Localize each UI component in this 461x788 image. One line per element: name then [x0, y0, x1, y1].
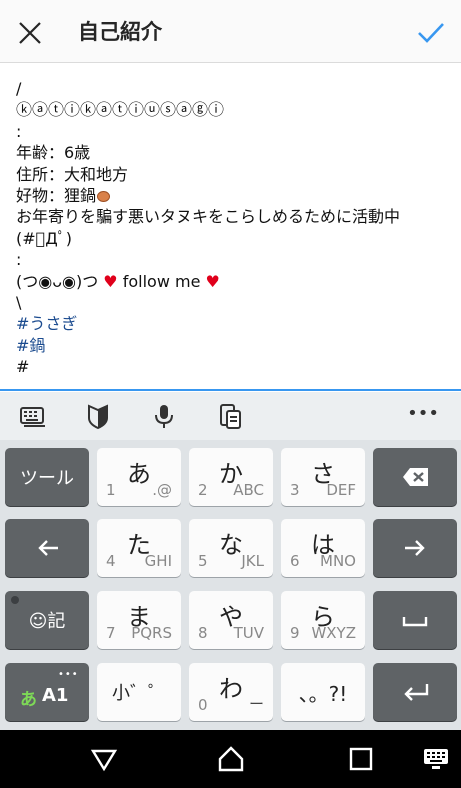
- hashtag[interactable]: #うさぎ: [16, 313, 445, 334]
- bio-line: 住所：大和地方: [16, 164, 129, 184]
- close-icon[interactable]: [14, 17, 46, 49]
- check-icon[interactable]: [415, 16, 447, 48]
- food-emoji-icon: [97, 190, 111, 202]
- bio-line: #: [16, 357, 30, 377]
- cursor-left-key[interactable]: [5, 519, 89, 577]
- backspace-key[interactable]: [373, 448, 457, 506]
- key-alpha-label: TUV: [233, 624, 264, 642]
- key-number-label: 1: [106, 481, 116, 499]
- more-icon[interactable]: •••: [407, 403, 439, 424]
- key-main-label: 、。?!: [298, 681, 348, 706]
- kana-key-sa[interactable]: さ 3 DEF: [281, 448, 365, 506]
- key-alpha-label: GHI: [144, 552, 172, 570]
- backspace-icon: [403, 468, 428, 486]
- app-header: 自己紹介: [0, 0, 461, 63]
- bio-line: 年齢：6歳: [16, 143, 91, 163]
- key-main-label: 小゛゜: [112, 683, 166, 704]
- bio-line: /: [16, 79, 22, 98]
- input-mode-key[interactable]: ••• あ A1: [5, 663, 89, 721]
- ime-toolbar: •••: [0, 392, 461, 440]
- key-number-label: 8: [198, 624, 208, 642]
- bio-line: :: [16, 250, 22, 270]
- key-number-label: 9: [290, 624, 300, 642]
- kana-key-ya[interactable]: や 8 TUV: [189, 591, 273, 649]
- bio-line: 好物：狸鍋: [16, 185, 445, 206]
- key-number-label: 3: [290, 481, 300, 499]
- keyboard-switch-icon[interactable]: [423, 748, 449, 770]
- key-number-label: 4: [106, 552, 116, 570]
- key-number-label: 0: [198, 696, 208, 714]
- key-number-label: 7: [106, 624, 116, 642]
- space-icon: [402, 617, 428, 627]
- bio-line: ⓚⓐⓣⓘⓚⓐⓣⓘⓤⓢⓐⓖⓘ: [16, 100, 225, 120]
- follow-text: follow me: [122, 271, 201, 291]
- kana-key-ha[interactable]: は 6 MNO: [281, 519, 365, 577]
- bio-line-text: 好物：狸鍋: [16, 185, 97, 205]
- microphone-icon[interactable]: [150, 402, 178, 430]
- flick-keyboard: ツール あ 1 .@ か 2 ABC さ 3 DEF た 4 GHI な 5 J…: [0, 440, 461, 730]
- kana-key-wa[interactable]: わ 0 ー: [189, 663, 273, 721]
- heart-icon: ♥: [205, 271, 220, 291]
- clipboard-icon[interactable]: [216, 402, 244, 430]
- key-number-label: 5: [198, 552, 208, 570]
- bio-textarea[interactable]: / ⓚⓐⓣⓘⓚⓐⓣⓘⓤⓢⓐⓖⓘ : 年齢：6歳 住所：大和地方 好物：狸鍋 お年…: [0, 63, 461, 391]
- arrow-left-icon: [38, 540, 58, 556]
- tool-key[interactable]: ツール: [5, 448, 89, 506]
- enter-icon: [404, 684, 429, 701]
- recents-icon[interactable]: [347, 745, 375, 773]
- tool-key-label: ツール: [20, 468, 74, 489]
- key-alpha-label: JKL: [241, 552, 264, 570]
- shield-icon[interactable]: [84, 402, 112, 430]
- key-alpha-label: WXYZ: [311, 624, 356, 642]
- kana-key-ta[interactable]: た 4 GHI: [97, 519, 181, 577]
- key-alpha-label: PQRS: [131, 624, 172, 642]
- key-alpha-label: ー: [248, 695, 264, 713]
- mode-alnum-label: A1: [42, 685, 69, 706]
- cursor-right-key[interactable]: [373, 519, 457, 577]
- back-icon[interactable]: [90, 745, 118, 773]
- keyboard-icon[interactable]: [19, 402, 47, 430]
- home-icon[interactable]: [217, 745, 245, 773]
- key-alpha-label: MNO: [320, 552, 356, 570]
- key-alpha-label: .@: [152, 481, 172, 499]
- arrow-right-icon: [405, 540, 425, 556]
- bio-line: お年寄りを騙す悪いタヌキをこらしめるために活動中: [16, 207, 401, 227]
- kaomoji: (つ◉ᴗ◉)つ: [16, 271, 99, 291]
- mode-kana-label: あ: [20, 690, 37, 710]
- key-alpha-label: ABC: [233, 481, 264, 499]
- key-number-label: 6: [290, 552, 300, 570]
- space-key[interactable]: [373, 591, 457, 649]
- heart-icon: ♥: [103, 271, 118, 291]
- bio-line: :: [16, 121, 22, 141]
- enter-key[interactable]: [373, 663, 457, 721]
- bio-line: (つ◉ᴗ◉)つ ♥ follow me ♥: [16, 271, 445, 292]
- kana-key-ra[interactable]: ら 9 WXYZ: [281, 591, 365, 649]
- page-title: 自己紹介: [78, 20, 162, 44]
- emoji-symbol-key[interactable]: ☺記: [5, 591, 89, 649]
- bio-line: (#ﾟДﾟ): [16, 228, 72, 248]
- kana-key-ka[interactable]: か 2 ABC: [189, 448, 273, 506]
- bio-line: \: [16, 292, 22, 312]
- kana-key-a[interactable]: あ 1 .@: [97, 448, 181, 506]
- key-number-label: 2: [198, 481, 208, 499]
- mode-dots: •••: [58, 669, 79, 680]
- key-alpha-label: DEF: [326, 481, 356, 499]
- hashtag[interactable]: #鍋: [16, 335, 445, 356]
- system-nav-bar: [0, 730, 461, 788]
- kana-key-ma[interactable]: ま 7 PQRS: [97, 591, 181, 649]
- dakuten-key[interactable]: 小゛゜: [97, 663, 181, 721]
- punctuation-key[interactable]: 、。?!: [281, 663, 365, 721]
- emoji-key-label: ☺記: [28, 611, 66, 632]
- kana-key-na[interactable]: な 5 JKL: [189, 519, 273, 577]
